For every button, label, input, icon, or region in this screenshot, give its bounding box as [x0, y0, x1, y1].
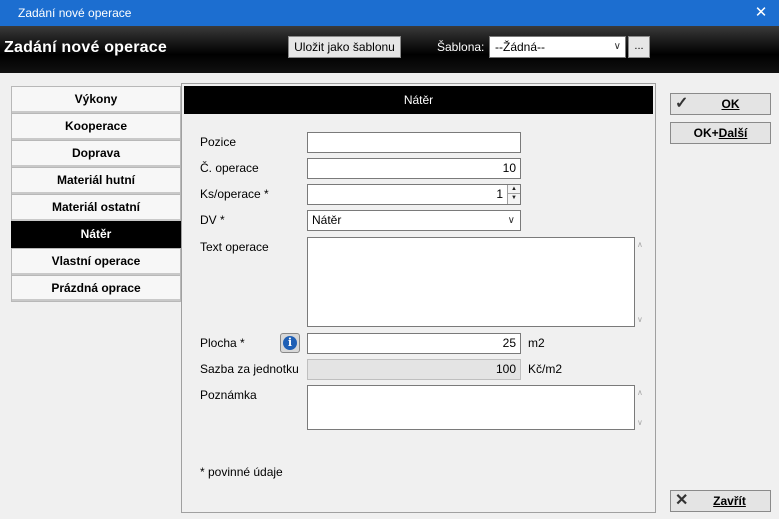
op-text-textarea[interactable]: ∧ ∨	[307, 237, 643, 327]
scroll-up-icon[interactable]: ∧	[637, 240, 643, 249]
dialog-header: Zadání nové operace Uložit jako šablonu …	[0, 26, 779, 73]
spin-down-icon[interactable]: ▼	[508, 194, 520, 203]
area-input[interactable]: 25	[307, 333, 521, 354]
qty-per-op-value: 1	[496, 187, 503, 201]
info-icon: i	[283, 336, 297, 350]
spin-up-icon[interactable]: ▲	[508, 185, 520, 194]
ok-next-suffix: Další	[718, 126, 748, 140]
unit-rate-input: 100	[307, 359, 521, 380]
tab-material-ostatni[interactable]: Materiál ostatní	[11, 194, 181, 221]
panel-title: Nátěr	[184, 86, 653, 114]
note-scrollbar[interactable]: ∧ ∨	[635, 386, 648, 429]
dv-select[interactable]: Nátěr ∨	[307, 210, 521, 231]
checkmark-icon: ✓	[675, 95, 689, 112]
scroll-up-icon[interactable]: ∧	[637, 388, 643, 397]
qty-spinner[interactable]: ▲ ▼	[507, 185, 520, 204]
dv-select-value: Nátěr	[312, 213, 342, 227]
window-title: Zadání nové operace	[18, 6, 132, 20]
close-button[interactable]: ✕ Zavřít	[670, 490, 771, 512]
info-button[interactable]: i	[280, 333, 300, 353]
tab-vykony[interactable]: Výkony	[11, 86, 181, 113]
position-label: Pozice	[200, 135, 237, 149]
template-label: Šablona:	[437, 40, 485, 54]
window-titlebar: Zadání nové operace ✕	[0, 0, 779, 26]
close-label: Zavřít	[713, 494, 746, 508]
chevron-down-icon: ∨	[507, 215, 515, 226]
operation-form-panel: Nátěr Pozice Č. operace 10 Ks/operace * …	[181, 83, 656, 513]
dialog-title: Zadání nové operace	[4, 39, 167, 56]
qty-per-op-label: Ks/operace *	[200, 187, 269, 201]
ok-next-button[interactable]: OK+Další	[670, 122, 771, 144]
area-label: Plocha *	[200, 336, 245, 350]
required-fields-note: * povinné údaje	[200, 465, 283, 479]
position-input[interactable]	[307, 132, 521, 153]
template-select-value: --Žádná--	[495, 40, 546, 54]
ok-label: OK	[721, 97, 740, 111]
tab-kooperace[interactable]: Kooperace	[11, 113, 181, 140]
op-text-scrollbar[interactable]: ∧ ∨	[635, 238, 648, 326]
ok-next-prefix: OK+	[693, 126, 719, 140]
op-number-label: Č. operace	[200, 161, 259, 175]
note-label: Poznámka	[200, 388, 257, 402]
chevron-down-icon: ∨	[613, 41, 621, 52]
tab-vlastni-operace[interactable]: Vlastní operace	[11, 248, 181, 275]
scroll-down-icon[interactable]: ∨	[637, 418, 643, 427]
template-more-button[interactable]: ...	[628, 36, 650, 58]
tab-material-hutni[interactable]: Materiál hutní	[11, 167, 181, 194]
scroll-down-icon[interactable]: ∨	[637, 315, 643, 324]
dv-label: DV *	[200, 213, 225, 227]
save-template-button[interactable]: Uložit jako šablonu	[288, 36, 401, 58]
op-text-label: Text operace	[200, 240, 269, 254]
x-icon: ✕	[675, 492, 689, 509]
op-number-input[interactable]: 10	[307, 158, 521, 179]
ok-button[interactable]: ✓ OK	[670, 93, 771, 115]
template-select[interactable]: --Žádná-- ∨	[489, 36, 626, 58]
area-unit: m2	[528, 336, 545, 350]
tab-prazdna-oprace[interactable]: Prázdná oprace	[11, 275, 181, 302]
unit-rate-unit: Kč/m2	[528, 362, 563, 376]
unit-rate-label: Sazba za jednotku	[200, 362, 299, 376]
tab-doprava[interactable]: Doprava	[11, 140, 181, 167]
window-close-button[interactable]: ✕	[743, 0, 779, 26]
operation-type-tabs: Výkony Kooperace Doprava Materiál hutní …	[11, 86, 181, 302]
tab-nater[interactable]: Nátěr	[11, 221, 181, 248]
qty-per-op-input[interactable]: 1 ▲ ▼	[307, 184, 521, 205]
note-textarea[interactable]: ∧ ∨	[307, 385, 643, 430]
